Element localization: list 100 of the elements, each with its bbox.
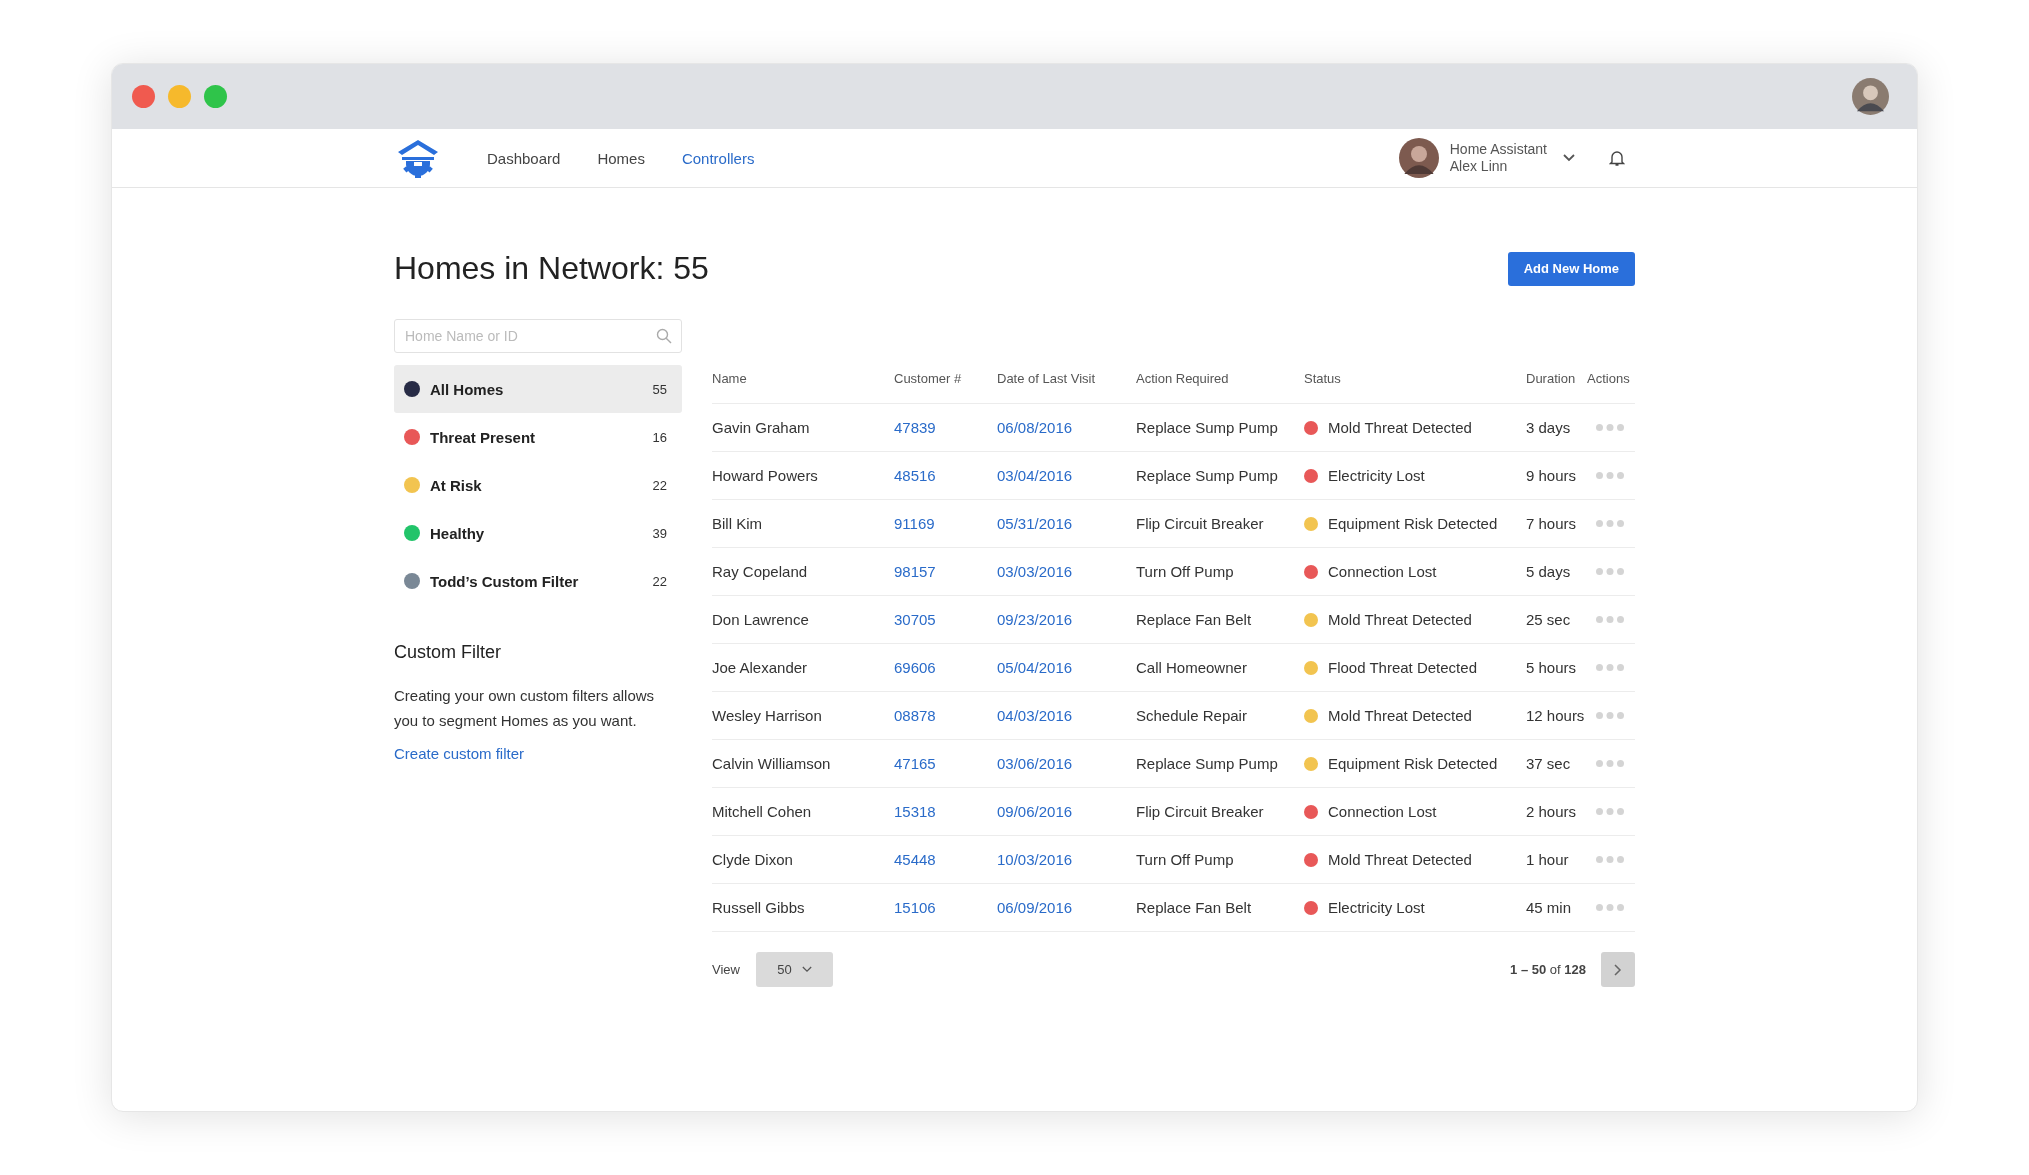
table-cell-text: Russell Gibbs xyxy=(712,899,806,916)
table-cell-text: Wesley Harrison xyxy=(712,707,823,724)
filter-label: Todd’s Custom Filter xyxy=(430,572,580,590)
status-text: Mold Threat Detected xyxy=(1328,851,1472,868)
chevron-down-icon[interactable] xyxy=(1563,154,1575,162)
status-text: Mold Threat Detected xyxy=(1328,419,1472,436)
table-cell-text: Call Homeowner xyxy=(1136,659,1248,676)
table-cell-text: Schedule Repair xyxy=(1136,707,1248,724)
table-cell-text: 7 hours xyxy=(1526,515,1578,532)
table-cell-text: Mitchell Cohen xyxy=(712,803,813,820)
customer-link[interactable]: 98157 xyxy=(894,563,997,580)
customer-link[interactable]: 69606 xyxy=(894,659,997,676)
table-cell-text: 12 hours xyxy=(1526,707,1586,724)
status-text: Connection Lost xyxy=(1328,563,1437,580)
date-link[interactable]: 09/23/2016 xyxy=(997,611,1136,628)
column-header: Customer # xyxy=(894,371,963,386)
customer-link[interactable]: 47165 xyxy=(894,755,997,772)
page-range: 1 – 50 of 128 xyxy=(1510,962,1586,977)
date-link[interactable]: 05/31/2016 xyxy=(997,515,1136,532)
more-icon[interactable] xyxy=(1596,520,1624,527)
customer-link[interactable]: 47839 xyxy=(894,419,997,436)
more-icon[interactable] xyxy=(1596,856,1624,863)
avatar[interactable] xyxy=(1852,78,1889,115)
table-cell-text: 9 hours xyxy=(1526,467,1578,484)
filter-item[interactable]: Threat Present 16 xyxy=(394,413,682,461)
add-new-home-button[interactable]: Add New Home xyxy=(1507,251,1635,286)
date-link[interactable]: 05/04/2016 xyxy=(997,659,1136,676)
customer-link[interactable]: 15106 xyxy=(894,899,997,916)
more-icon[interactable] xyxy=(1596,472,1624,479)
more-icon[interactable] xyxy=(1596,760,1624,767)
chevron-down-icon xyxy=(801,966,812,973)
avatar[interactable] xyxy=(1398,138,1439,178)
column-header: Action Required xyxy=(1136,371,1230,386)
filter-item[interactable]: Healthy 39 xyxy=(394,509,682,557)
filter-item[interactable]: Todd’s Custom Filter 22 xyxy=(394,557,682,605)
page-size-dropdown[interactable]: 50 xyxy=(755,952,833,987)
status-text: Connection Lost xyxy=(1328,803,1437,820)
date-link[interactable]: 09/06/2016 xyxy=(997,803,1136,820)
table-cell-text: Replace Sump Pump xyxy=(1136,755,1279,772)
status-text: Mold Threat Detected xyxy=(1328,707,1472,724)
maximize-button[interactable] xyxy=(204,85,227,108)
date-link[interactable]: 03/04/2016 xyxy=(997,467,1136,484)
create-custom-filter-link[interactable]: Create custom filter xyxy=(394,745,525,762)
nav-link[interactable]: Controllers xyxy=(681,149,755,167)
table-cell-text: Flip Circuit Breaker xyxy=(1136,803,1265,820)
date-link[interactable]: 03/03/2016 xyxy=(997,563,1136,580)
date-link[interactable]: 03/06/2016 xyxy=(997,755,1136,772)
page-title: Homes in Network: 55 xyxy=(394,250,709,287)
status-text: Equipment Risk Detected xyxy=(1328,515,1498,532)
description: Creating your own custom filters allows you to segment Homes as you want. xyxy=(394,686,656,731)
search-icon[interactable] xyxy=(656,328,672,344)
table-cell-text: Turn Off Pump xyxy=(1136,563,1235,580)
date-link[interactable]: 06/08/2016 xyxy=(997,419,1136,436)
date-link[interactable]: 06/09/2016 xyxy=(997,899,1136,916)
more-icon[interactable] xyxy=(1596,904,1624,911)
table-cell-text: Clyde Dixon xyxy=(712,851,794,868)
next-page-button[interactable] xyxy=(1601,952,1635,987)
notification-bell-icon[interactable] xyxy=(1609,149,1625,167)
filter-count: 16 xyxy=(652,429,667,445)
more-icon[interactable] xyxy=(1596,616,1624,623)
close-button[interactable] xyxy=(132,85,155,108)
filter-count: 22 xyxy=(652,573,667,589)
filter-item[interactable]: All Homes 55 xyxy=(394,365,682,413)
table-cell-text: Replace Fan Belt xyxy=(1136,899,1253,916)
table-cell-text: Don Lawrence xyxy=(712,611,810,628)
customer-link[interactable]: 30705 xyxy=(894,611,997,628)
more-icon[interactable] xyxy=(1596,664,1624,671)
customer-link[interactable]: 45448 xyxy=(894,851,997,868)
customer-link[interactable]: 48516 xyxy=(894,467,997,484)
table-cell-text: Ray Copeland xyxy=(712,563,809,580)
table-cell-text: 1 hour xyxy=(1526,851,1570,868)
table-cell-text: Replace Fan Belt xyxy=(1136,611,1253,628)
date-link[interactable]: 10/03/2016 xyxy=(997,851,1136,868)
status-text: Equipment Risk Detected xyxy=(1328,755,1498,772)
table-cell-text: Turn Off Pump xyxy=(1136,851,1235,868)
more-icon[interactable] xyxy=(1596,712,1624,719)
customer-link[interactable]: 15318 xyxy=(894,803,997,820)
customer-link[interactable]: 08878 xyxy=(894,707,997,724)
table-cell-text: 2 hours xyxy=(1526,803,1578,820)
search-field[interactable]: Home Name or ID xyxy=(394,319,682,353)
status-text: Electricity Lost xyxy=(1328,899,1425,916)
customer-link[interactable]: 91169 xyxy=(894,515,997,532)
column-header: Status xyxy=(1304,371,1342,386)
nav-link[interactable]: Dashboard xyxy=(487,149,561,167)
filter-count: 55 xyxy=(652,381,667,397)
user-name: Alex Linn xyxy=(1449,158,1509,175)
more-icon[interactable] xyxy=(1596,808,1624,815)
minimize-button[interactable] xyxy=(168,85,191,108)
column-header: Duration xyxy=(1526,371,1577,386)
filter-label: All Homes xyxy=(430,380,505,398)
filter-label: At Risk xyxy=(430,476,483,494)
table-cell-text: Howard Powers xyxy=(712,467,819,484)
filter-item[interactable]: At Risk 22 xyxy=(394,461,682,509)
date-link[interactable]: 04/03/2016 xyxy=(997,707,1136,724)
column-header: Name xyxy=(712,371,748,386)
chevron-right-icon xyxy=(1614,963,1622,976)
status-text: Electricity Lost xyxy=(1328,467,1425,484)
more-icon[interactable] xyxy=(1596,568,1624,575)
nav-link[interactable]: Homes xyxy=(597,149,645,167)
more-icon[interactable] xyxy=(1596,424,1624,431)
